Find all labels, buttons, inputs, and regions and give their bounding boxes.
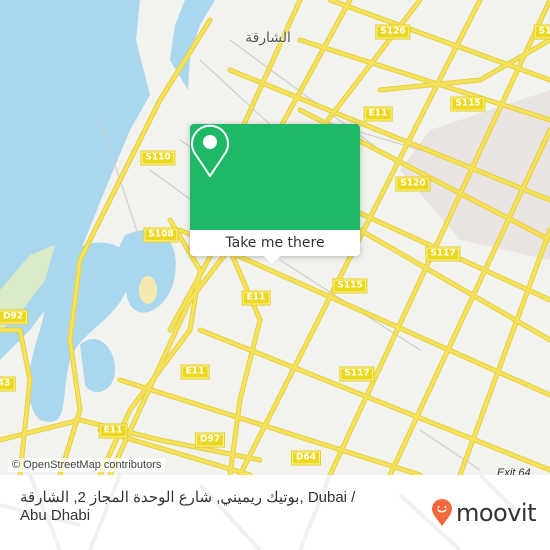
popup-header: [190, 124, 360, 230]
island: [139, 276, 157, 304]
road-label: S117: [425, 246, 461, 262]
exit-label: Exit 64: [497, 467, 531, 475]
road-label: E11: [241, 290, 271, 306]
popup-pointer: [264, 256, 280, 264]
road-label: S115: [332, 278, 368, 294]
road-label: E11: [180, 364, 210, 380]
road-label: S126: [375, 24, 411, 40]
osm-attribution[interactable]: © OpenStreetMap contributors: [8, 458, 166, 472]
map-canvas[interactable]: الشارقة S126 S1 S115 E11 S110 S120 S108 …: [0, 0, 550, 475]
road-label: S110: [140, 150, 176, 166]
road-label: E11: [98, 423, 128, 439]
map-pin-icon: [191, 124, 229, 177]
moovit-wordmark: moovit: [455, 499, 537, 527]
moovit-pin-icon: [431, 499, 452, 526]
road-label: S108: [143, 227, 179, 243]
road-label: S1: [533, 24, 550, 40]
road-segment: [328, 0, 550, 82]
road-label: S120: [395, 176, 431, 192]
road-label: D64: [291, 450, 321, 466]
road-label: S115: [450, 96, 486, 112]
road-label: D92: [0, 309, 28, 325]
moovit-logo[interactable]: moovit: [431, 499, 537, 527]
road-label: S117: [339, 366, 375, 382]
road-label: E11: [363, 106, 393, 122]
destination-popup: Take me there: [190, 124, 360, 264]
footer: بوتيك ريميني, شارع الوحدة المجاز 2, الشا…: [0, 475, 550, 550]
lagoon-3: [80, 339, 115, 393]
city-label-sharjah: الشارقة: [245, 30, 291, 46]
road-label: D97: [195, 432, 225, 448]
address-text: بوتيك ريميني, شارع الوحدة المجاز 2, الشا…: [20, 489, 356, 524]
take-me-there-button[interactable]: Take me there: [190, 230, 360, 256]
road-label: 43: [0, 376, 16, 392]
